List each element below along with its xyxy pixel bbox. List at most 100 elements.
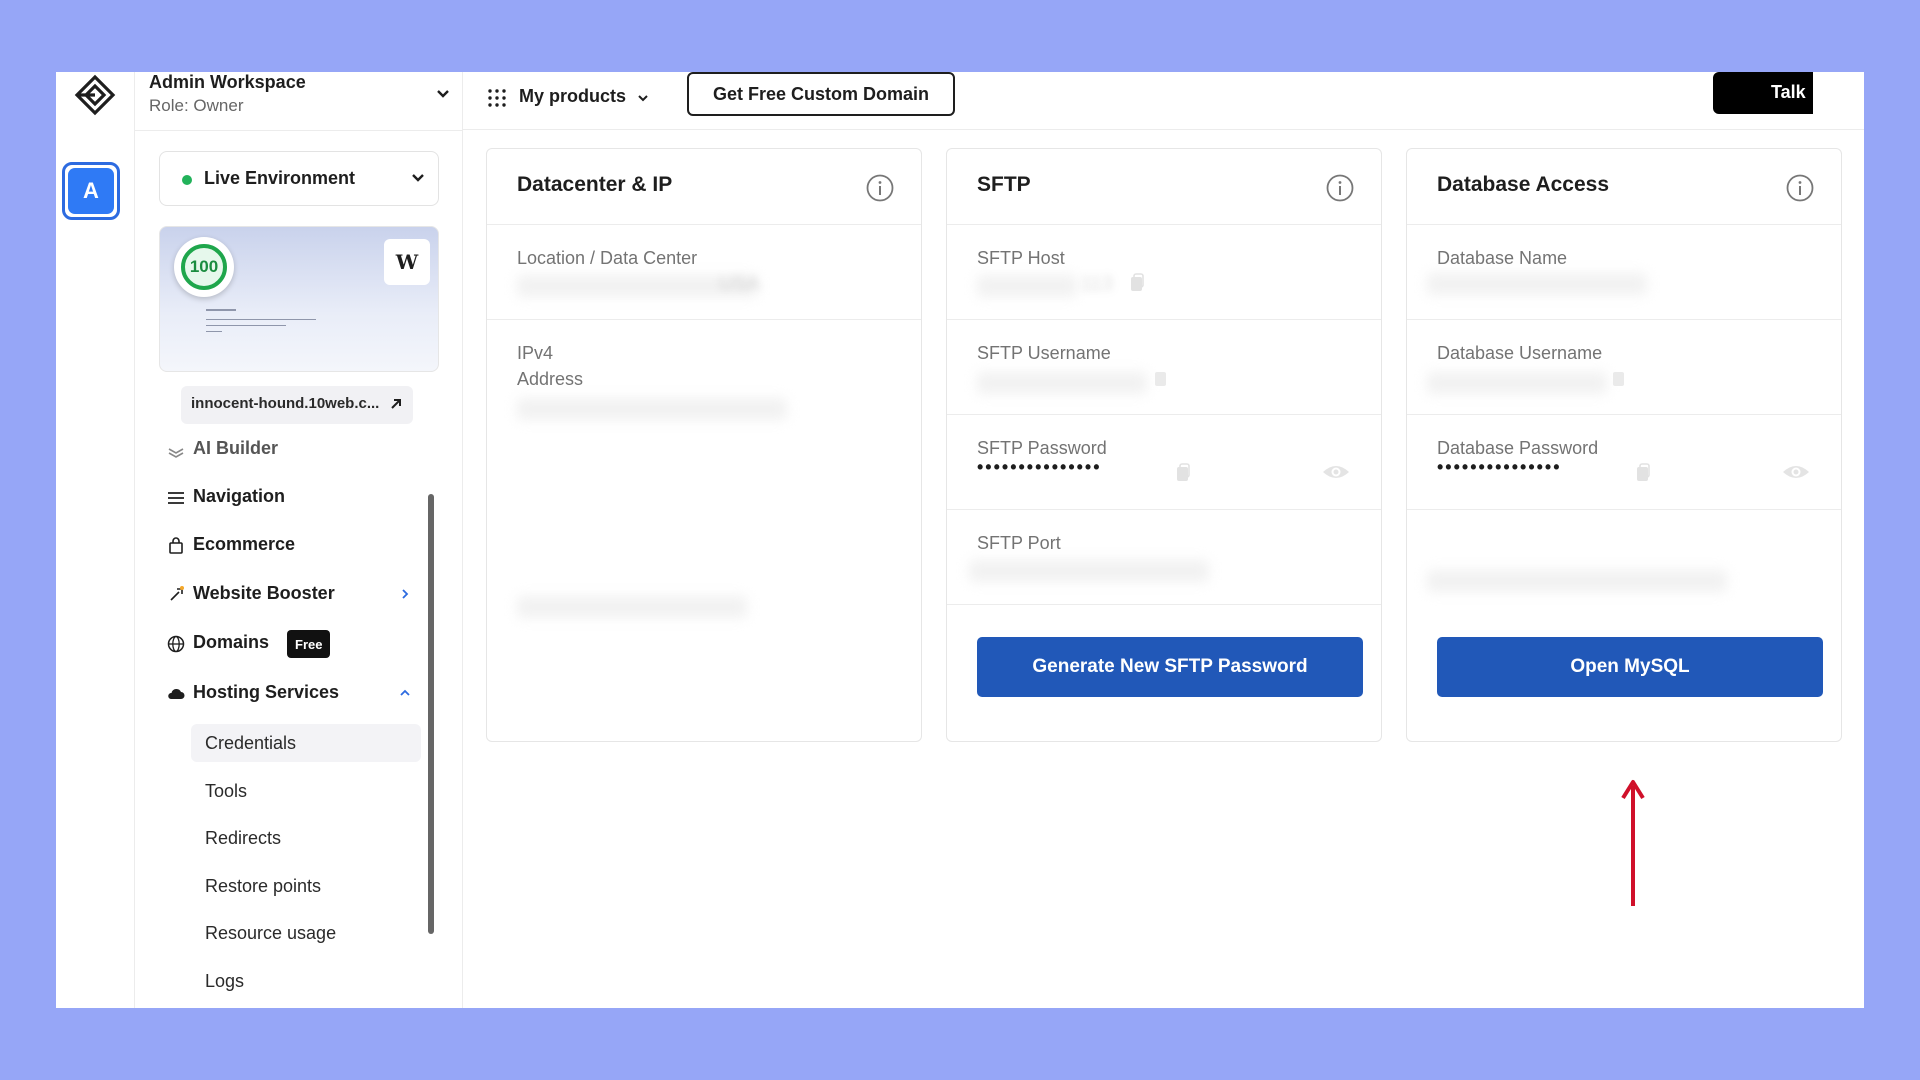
card-header: SFTP <box>947 149 1381 225</box>
avatar: A <box>68 168 114 214</box>
top-bar: My products Get Free Custom Domain <box>463 72 1864 130</box>
copy-icon[interactable] <box>1153 368 1169 388</box>
workspace-switcher[interactable]: Admin Workspace Role: Owner <box>149 72 459 130</box>
copy-icon[interactable] <box>1175 463 1191 483</box>
copy-icon[interactable] <box>1635 463 1651 483</box>
redacted-value <box>1427 273 1647 295</box>
database-name-row: Database Name <box>1407 225 1841 320</box>
subnav-item-label: Redirects <box>205 828 282 848</box>
chevron-up-icon <box>400 689 410 696</box>
nav-item-navigation[interactable]: Navigation <box>159 482 429 514</box>
subnav-item-label: Credentials <box>205 733 297 753</box>
copy-icon[interactable] <box>1611 368 1627 388</box>
database-password-mask: ••••••••••••••• <box>1437 457 1562 477</box>
location-value: USA <box>719 273 761 295</box>
info-icon[interactable] <box>1325 173 1355 203</box>
datacenter-card: Datacenter & IP Location / Data Center U… <box>486 148 922 742</box>
subnav-item-logs[interactable]: Logs <box>191 962 421 1000</box>
card-title: Datacenter & IP <box>517 173 673 196</box>
copy-icon[interactable] <box>1129 273 1145 293</box>
chevron-down-icon <box>638 95 648 102</box>
free-badge: Free <box>287 630 331 658</box>
database-username-label: Database Username <box>1437 343 1603 363</box>
talk-button[interactable]: Talk <box>1713 72 1813 114</box>
info-icon[interactable] <box>865 173 895 203</box>
apps-grid-icon <box>488 89 506 107</box>
nav-item-label: Ecommerce <box>193 534 296 554</box>
open-mysql-button[interactable]: Open MySQL <box>1437 637 1823 697</box>
database-name-label: Database Name <box>1437 248 1568 268</box>
sftp-password-row: SFTP Password ••••••••••••••• <box>947 415 1381 510</box>
info-icon[interactable] <box>1785 173 1815 203</box>
external-link-icon <box>391 399 401 409</box>
generate-sftp-password-button[interactable]: Generate New SFTP Password <box>977 637 1363 697</box>
my-products-label: My products <box>519 86 627 106</box>
chevron-down-icon <box>437 90 449 98</box>
my-products-menu[interactable]: My products <box>487 82 657 114</box>
sftp-username-label: SFTP Username <box>977 343 1111 363</box>
get-free-custom-domain-button[interactable]: Get Free Custom Domain <box>687 72 955 116</box>
subnav-item-tools[interactable]: Tools <box>191 772 421 810</box>
redacted-value <box>977 275 1077 297</box>
card-header: Datacenter & IP <box>487 149 921 225</box>
sftp-host-label: SFTP Host <box>977 248 1065 268</box>
nav-item-website-booster[interactable]: Website Booster <box>159 579 429 611</box>
status-dot <box>182 175 192 185</box>
nav-item-domains[interactable]: Domains Free <box>159 628 429 660</box>
database-username-row: Database Username <box>1407 320 1841 415</box>
performance-score: 100 <box>181 244 227 290</box>
redacted-value <box>977 372 1147 394</box>
divider <box>135 130 463 131</box>
app-window: A Admin Workspace Role: Owner Live Envir… <box>56 72 1864 1008</box>
environment-select[interactable]: Live Environment <box>159 151 439 206</box>
eye-icon[interactable] <box>1781 461 1811 483</box>
shopping-bag-icon <box>169 537 183 554</box>
redacted-value <box>1427 570 1727 592</box>
subnav-item-credentials[interactable]: Credentials <box>191 724 421 762</box>
nav-item-label: Website Booster <box>193 583 335 603</box>
left-rail: A <box>56 72 135 1008</box>
sftp-port-row: SFTP Port <box>947 510 1381 605</box>
preview-line <box>206 325 286 326</box>
annotation-arrow-icon <box>1621 780 1645 906</box>
database-password-row: Database Password ••••••••••••••• <box>1407 415 1841 510</box>
subnav-item-redirects[interactable]: Redirects <box>191 819 421 857</box>
card-header: Database Access <box>1407 149 1841 225</box>
redacted-value <box>517 596 747 618</box>
card-title: Database Access <box>1437 173 1609 196</box>
workspace-name: Admin Workspace <box>149 72 306 92</box>
chevron-down-icon <box>412 174 424 182</box>
redacted-value <box>1427 372 1607 394</box>
sidebar-scrollbar[interactable] <box>428 494 434 934</box>
nav-item-ecommerce[interactable]: Ecommerce <box>159 530 429 562</box>
subnav-item-label: Tools <box>205 781 248 801</box>
preview-line <box>206 309 236 311</box>
nav-item-hosting-services[interactable]: Hosting Services <box>159 678 429 710</box>
card-title: SFTP <box>977 173 1031 196</box>
wordpress-icon[interactable]: W <box>384 239 430 285</box>
performance-score-badge: 100 <box>174 237 234 297</box>
nav-item-label: Navigation <box>193 486 286 506</box>
environment-label: Live Environment <box>204 168 356 188</box>
10web-logo-icon[interactable] <box>70 74 120 116</box>
sftp-password-mask: ••••••••••••••• <box>977 457 1102 477</box>
redacted-value <box>969 560 1209 582</box>
ipv4-row: IPv4 Address <box>487 320 921 618</box>
layers-icon <box>168 448 184 458</box>
subnav-item-resource-usage[interactable]: Resource usage <box>191 914 421 952</box>
sftp-card: SFTP SFTP Host 113 SFTP Username SFTP Pa… <box>946 148 1382 742</box>
site-url-link[interactable]: innocent-hound.10web.c... <box>181 386 413 424</box>
sidebar: Admin Workspace Role: Owner Live Environ… <box>135 72 463 1008</box>
subnav-item-label: Restore points <box>205 876 322 896</box>
rocket-icon <box>170 586 184 601</box>
nav-item-ai-builder[interactable]: AI Builder <box>159 434 429 466</box>
site-preview[interactable]: 100 W <box>159 226 439 372</box>
sftp-host-row: SFTP Host 113 <box>947 225 1381 320</box>
subnav-item-restore-points[interactable]: Restore points <box>191 867 421 905</box>
nav-item-label: Domains <box>193 632 270 652</box>
sftp-username-row: SFTP Username <box>947 320 1381 415</box>
workspace-avatar-button[interactable]: A <box>62 162 120 220</box>
eye-icon[interactable] <box>1321 461 1351 483</box>
nav-item-label: AI Builder <box>193 438 279 458</box>
menu-icon <box>168 492 184 504</box>
